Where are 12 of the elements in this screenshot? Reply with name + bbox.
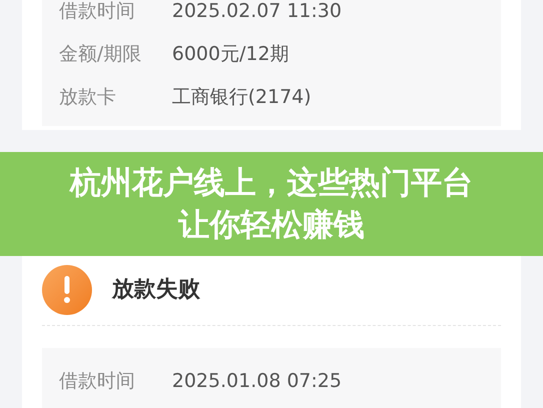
field-value: 工商银行(2174) [172, 84, 312, 110]
warning-icon [42, 264, 92, 314]
status-title: 放款失败 [112, 276, 200, 304]
headline-text: 让你轻松赚钱 [178, 206, 364, 245]
field-value: 2025.01.08 07:25 [172, 369, 342, 394]
headline-text: 杭州花户线上，这些热门平台 [70, 164, 473, 203]
field-value: 6000元/12期 [172, 42, 289, 67]
field-label: 放款卡 [59, 84, 117, 110]
field-label: 借款时间 [59, 369, 136, 394]
field-label: 借款时间 [59, 0, 136, 24]
field-value: 2025.02.07 11:30 [172, 0, 342, 24]
field-label: 金额/期限 [59, 42, 142, 67]
